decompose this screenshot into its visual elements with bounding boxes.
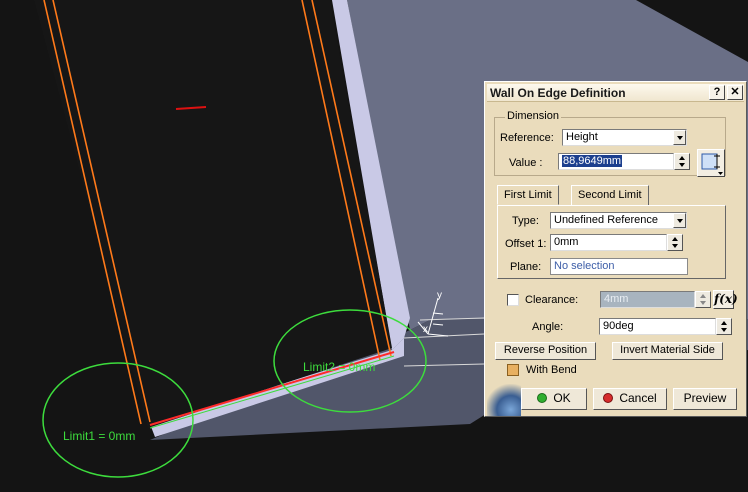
close-button[interactable]: ✕ (727, 85, 743, 100)
preview-button[interactable]: Preview (673, 388, 737, 410)
help-button[interactable]: ? (709, 85, 725, 100)
globe-icon (487, 384, 521, 416)
chevron-down-icon[interactable] (673, 213, 686, 228)
clearance-value: 4mm (604, 293, 629, 305)
clearance-input[interactable]: 4mm (600, 291, 695, 308)
cancel-button[interactable]: Cancel (593, 388, 667, 410)
offset-value: 0mm (554, 236, 579, 248)
plane-value: No selection (554, 260, 615, 272)
reference-combo[interactable]: Height (562, 129, 687, 146)
angle-input[interactable]: 90deg (599, 318, 716, 335)
ok-icon (537, 393, 548, 403)
type-value: Undefined Reference (554, 214, 658, 226)
clearance-spinner[interactable] (695, 291, 711, 308)
limit2-annotation: Limit2 = 0mm (303, 360, 376, 374)
tab-second-limit[interactable]: Second Limit (571, 185, 649, 205)
type-combo[interactable]: Undefined Reference (550, 212, 687, 229)
clearance-label: Clearance: (525, 294, 579, 306)
plane-label: Plane: (510, 261, 542, 273)
formula-fx-icon[interactable]: f(x) (713, 290, 738, 309)
offset-label: Offset 1: (505, 238, 547, 250)
offset-input[interactable]: 0mm (550, 234, 667, 251)
offset-spinner[interactable] (667, 234, 683, 251)
measure-tool-icon[interactable] (697, 149, 725, 177)
type-label: Type: (512, 215, 539, 227)
axis-x-label: x (423, 324, 428, 335)
with-bend-checkbox[interactable] (507, 364, 519, 376)
value-label: Value : (509, 157, 543, 169)
dialog-titlebar[interactable]: Wall On Edge Definition ? ✕ (487, 84, 744, 102)
clearance-checkbox[interactable] (507, 294, 519, 306)
reference-label: Reference: (500, 132, 554, 144)
reverse-position-button[interactable]: Reverse Position (495, 342, 596, 360)
cancel-label: Cancel (619, 391, 657, 405)
ok-label: OK (553, 391, 571, 405)
value-text: 88,9649mm (562, 155, 623, 167)
cancel-icon (603, 393, 614, 403)
value-input[interactable]: 88,9649mm (558, 153, 674, 170)
angle-value: 90deg (603, 320, 634, 332)
ok-button[interactable]: OK (521, 388, 587, 410)
dialog-title: Wall On Edge Definition (490, 86, 626, 100)
with-bend-label: With Bend (526, 364, 577, 376)
tab-first-limit[interactable]: First Limit (497, 185, 559, 205)
value-spinner[interactable] (674, 153, 690, 170)
wall-on-edge-dialog: Wall On Edge Definition ? ✕ Dimension Re… (484, 81, 747, 417)
angle-label: Angle: (532, 321, 564, 333)
dimension-legend: Dimension (505, 110, 561, 122)
plane-selection-field[interactable]: No selection (550, 258, 688, 275)
angle-spinner[interactable] (716, 318, 732, 335)
reference-value: Height (566, 131, 598, 143)
chevron-down-icon[interactable] (673, 130, 686, 145)
invert-material-side-button[interactable]: Invert Material Side (612, 342, 723, 360)
axis-y-label: y (437, 290, 442, 301)
limit1-annotation: Limit1 = 0mm (63, 429, 136, 443)
